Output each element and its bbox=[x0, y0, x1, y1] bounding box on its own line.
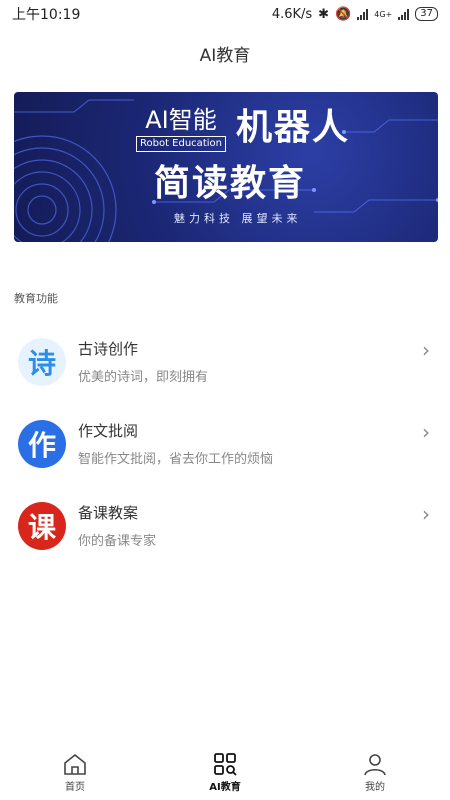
tab-label: 我的 bbox=[365, 781, 385, 793]
feature-essay[interactable]: 作 作文批阅 智能作文批阅，省去你工作的烦恼 › bbox=[0, 412, 450, 494]
chevron-right-icon: › bbox=[422, 338, 430, 362]
chevron-right-icon: › bbox=[422, 420, 430, 444]
bottom-tab-bar: 首页 AI教育 我的 bbox=[0, 744, 450, 800]
tab-home[interactable]: 首页 bbox=[25, 752, 125, 793]
user-icon bbox=[364, 753, 386, 775]
feature-poem[interactable]: 诗 古诗创作 优美的诗词，即刻拥有 › bbox=[0, 330, 450, 412]
status-time: 上午10:19 bbox=[12, 7, 81, 23]
promo-banner[interactable]: AI智能 Robot Education 机器人 简读教育 魅力科技 展望未来 bbox=[14, 92, 438, 242]
tab-ai-education[interactable]: AI教育 bbox=[175, 752, 275, 793]
signal-icon bbox=[357, 8, 369, 20]
tab-mine[interactable]: 我的 bbox=[325, 752, 425, 793]
feature-desc: 优美的诗词，即刻拥有 bbox=[78, 370, 209, 385]
signal-icon-2 bbox=[398, 8, 410, 20]
feature-desc: 你的备课专家 bbox=[78, 534, 157, 549]
banner-line2: 简读教育 bbox=[154, 163, 307, 204]
banner-title-row: AI智能 Robot Education 机器人 bbox=[136, 106, 350, 152]
feature-name: 备课教案 bbox=[78, 504, 139, 522]
poem-icon: 诗 bbox=[18, 338, 66, 386]
feature-desc: 智能作文批阅，省去你工作的烦恼 bbox=[78, 452, 274, 467]
battery-icon: 37 bbox=[415, 7, 438, 21]
ai-label: AI智能 bbox=[145, 106, 217, 134]
feature-name: 古诗创作 bbox=[78, 340, 139, 358]
grid-search-icon bbox=[214, 752, 237, 776]
network-speed: 4.6K/s bbox=[271, 6, 313, 22]
tab-label: AI教育 bbox=[209, 781, 241, 793]
network-type: 4G+ bbox=[374, 9, 393, 19]
banner-line1: 机器人 bbox=[235, 107, 350, 148]
chevron-right-icon: › bbox=[422, 502, 430, 526]
lesson-icon: 课 bbox=[18, 502, 66, 550]
home-icon bbox=[64, 753, 86, 775]
essay-icon: 作 bbox=[18, 420, 66, 468]
mute-icon: 🔕 bbox=[335, 6, 352, 22]
bluetooth-icon: ✱ bbox=[318, 6, 330, 22]
status-icons: 4.6K/s ✱ 🔕 4G+ 37 bbox=[272, 7, 438, 22]
status-bar: 上午10:19 4.6K/s ✱ 🔕 4G+ 37 bbox=[0, 0, 450, 28]
feature-lesson[interactable]: 课 备课教案 你的备课专家 › bbox=[0, 494, 450, 576]
robot-education-label: Robot Education bbox=[136, 136, 226, 152]
banner-slogan: 魅力科技 展望未来 bbox=[174, 212, 302, 225]
page-title: AI教育 bbox=[199, 45, 251, 66]
section-title: 教育功能 bbox=[14, 292, 58, 305]
tab-label: 首页 bbox=[65, 781, 85, 793]
ai-badge: AI智能 Robot Education bbox=[136, 106, 226, 152]
feature-name: 作文批阅 bbox=[78, 422, 139, 440]
